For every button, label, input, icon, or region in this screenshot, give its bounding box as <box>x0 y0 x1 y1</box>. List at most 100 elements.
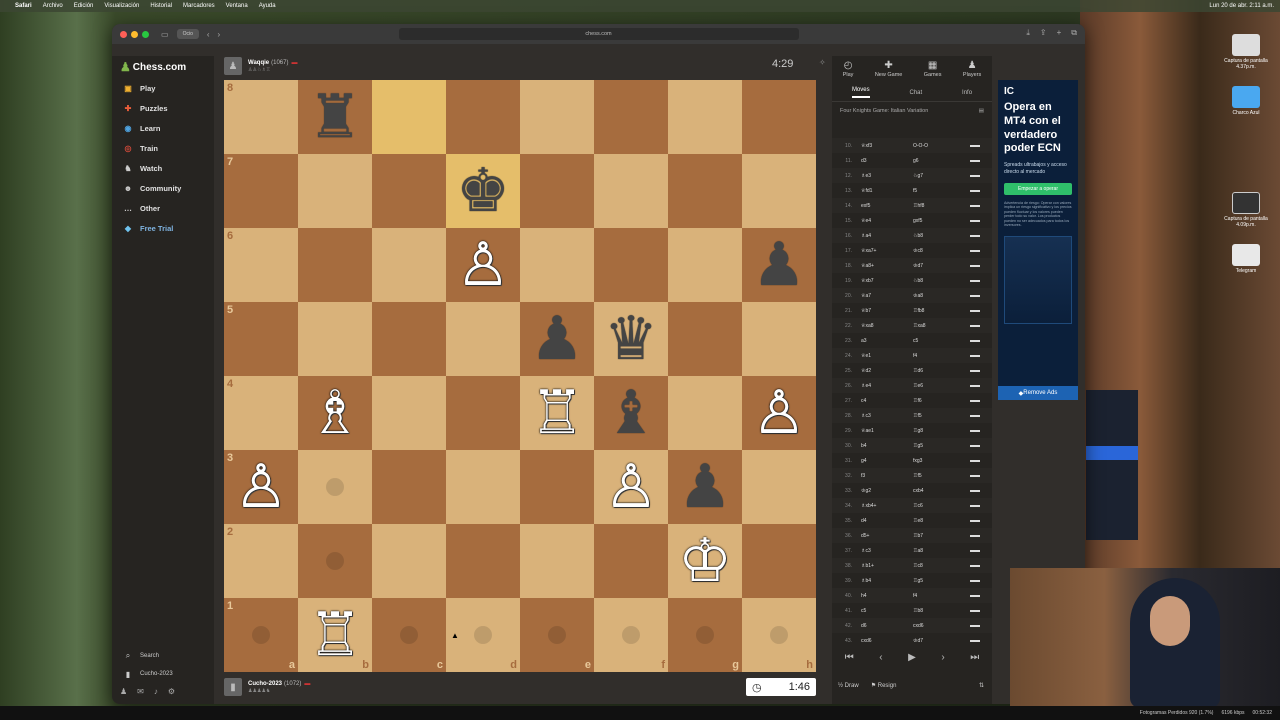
move-hint[interactable] <box>622 626 640 644</box>
white-move[interactable]: b4 <box>858 443 910 449</box>
white-move[interactable]: ♕xa7+ <box>858 248 910 254</box>
minimize-window-button[interactable] <box>131 30 138 38</box>
next-move-icon[interactable]: › <box>941 652 944 663</box>
sidebar-item-watch[interactable]: ♞ Watch <box>112 158 214 178</box>
player-avatar[interactable]: ▮ <box>224 678 242 696</box>
black-move[interactable]: ♘b8 <box>910 233 962 239</box>
square-e5[interactable]: ♟ <box>520 302 594 376</box>
square-f8[interactable] <box>594 80 668 154</box>
white-move[interactable]: f3 <box>858 473 910 479</box>
settings-icon[interactable]: ⚙ <box>168 687 175 696</box>
black-move[interactable]: ♖f5 <box>910 473 962 479</box>
piece-d6[interactable]: ♙ <box>456 235 510 295</box>
white-move[interactable]: ♕b7 <box>858 308 910 314</box>
black-move[interactable]: ♖fb8 <box>910 308 962 314</box>
square-b3[interactable] <box>298 450 372 524</box>
opening-name[interactable]: Four Knights Game: Italian Variation <box>840 108 928 114</box>
black-move[interactable]: f4 <box>910 353 962 359</box>
white-move[interactable]: h4 <box>858 593 910 599</box>
piece-a3[interactable]: ♙ <box>234 457 288 517</box>
square-c8[interactable] <box>372 80 446 154</box>
remove-ads-button[interactable]: ◆ Remove Ads <box>998 386 1078 400</box>
black-move[interactable]: cxd6 <box>910 623 962 629</box>
square-h8[interactable] <box>742 80 816 154</box>
black-move[interactable]: ♖d6 <box>910 368 962 374</box>
piece-d7[interactable]: ♚ <box>456 161 510 221</box>
black-move[interactable]: fxg3 <box>910 458 962 464</box>
tab-moves[interactable]: Moves <box>851 87 870 98</box>
resign-button[interactable]: ⚑ Resign <box>871 682 897 689</box>
menubar-clock[interactable]: Lun 20 de abr. 2:11 a.m. <box>1209 3 1274 9</box>
square-c1[interactable]: c <box>372 598 446 672</box>
square-b5[interactable] <box>298 302 372 376</box>
square-d8[interactable] <box>446 80 520 154</box>
square-g7[interactable] <box>668 154 742 228</box>
white-move[interactable]: ♕e1 <box>858 353 910 359</box>
square-b6[interactable] <box>298 228 372 302</box>
download-icon[interactable]: ⤓ <box>1026 28 1030 38</box>
panel-tab-play[interactable]: ◴ Play <box>843 60 854 84</box>
white-move[interactable]: d4 <box>858 518 910 524</box>
square-b1[interactable]: b ♖ <box>298 598 372 672</box>
square-f7[interactable] <box>594 154 668 228</box>
square-b8[interactable]: ♜ <box>298 80 372 154</box>
sidebar-item-learn[interactable]: ◉ Learn <box>112 118 214 138</box>
square-b2[interactable] <box>298 524 372 598</box>
square-g1[interactable]: g <box>668 598 742 672</box>
square-f6[interactable] <box>594 228 668 302</box>
black-move[interactable]: ♖c8 <box>910 563 962 569</box>
piece-f5[interactable]: ♛ <box>604 309 658 369</box>
address-bar[interactable]: chess.com <box>398 28 799 40</box>
move-hint[interactable] <box>252 626 270 644</box>
forward-icon[interactable]: › <box>218 30 221 39</box>
square-a1[interactable]: 1a <box>224 598 298 672</box>
white-move[interactable]: ♕fd1 <box>858 188 910 194</box>
menu-ayuda[interactable]: Ayuda <box>259 3 276 9</box>
white-move[interactable]: c4 <box>858 398 910 404</box>
white-move[interactable]: ♕a7 <box>858 293 910 299</box>
white-move[interactable]: ♕a8+ <box>858 263 910 269</box>
sidebar-item-community[interactable]: ☻ Community <box>112 178 214 198</box>
white-move[interactable]: ♕xb7 <box>858 278 910 284</box>
white-move[interactable]: a3 <box>858 338 910 344</box>
panel-tab-players[interactable]: ♟ Players <box>963 60 981 84</box>
menu-edicion[interactable]: Edición <box>74 3 94 9</box>
piece-g3[interactable]: ♟ <box>678 457 732 517</box>
square-e4[interactable]: ♖ <box>520 376 594 450</box>
piece-g2[interactable]: ♔ <box>678 531 732 591</box>
advertisement[interactable]: IC Opera en MT4 con el verdadero poder E… <box>998 80 1078 394</box>
square-d5[interactable] <box>446 302 520 376</box>
square-e6[interactable] <box>520 228 594 302</box>
square-f1[interactable]: f <box>594 598 668 672</box>
desktop-icon-screenshot-2[interactable]: Captura de pantalla 4.09p.m. <box>1218 192 1274 228</box>
desktop-icon-telegram[interactable]: Telegram <box>1218 244 1274 274</box>
square-c5[interactable] <box>372 302 446 376</box>
last-move-icon[interactable]: ⏭ <box>970 652 979 663</box>
black-move[interactable]: ♖b7 <box>910 533 962 539</box>
black-move[interactable]: ♖xa8 <box>910 323 962 329</box>
white-move[interactable]: ♗b4 <box>858 578 910 584</box>
square-c3[interactable] <box>372 450 446 524</box>
sidebar-search[interactable]: ⌕ Search <box>112 647 214 665</box>
first-move-icon[interactable]: ⏮ <box>845 652 854 663</box>
sidebar-item-other[interactable]: … Other <box>112 198 214 218</box>
square-c7[interactable] <box>372 154 446 228</box>
square-g4[interactable] <box>668 376 742 450</box>
piece-b1[interactable]: ♖ <box>308 605 362 665</box>
desktop-icon-folder[interactable]: Charco Azul <box>1218 86 1274 116</box>
square-c4[interactable] <box>372 376 446 450</box>
menu-marcadores[interactable]: Marcadores <box>183 3 215 9</box>
square-h2[interactable] <box>742 524 816 598</box>
menu-archivo[interactable]: Archivo <box>43 3 63 9</box>
opponent-name[interactable]: Waqqie <box>248 60 269 66</box>
white-move[interactable]: ♗c3 <box>858 413 910 419</box>
desktop-icon-screenshot-1[interactable]: Captura de pantalla 4.37p.m. <box>1218 34 1274 70</box>
square-d3[interactable] <box>446 450 520 524</box>
chesscom-logo[interactable]: ♟ Chess.com <box>112 56 214 78</box>
flip-board-icon[interactable]: ⇅ <box>979 682 984 689</box>
black-move[interactable]: ♖f6 <box>910 398 962 404</box>
piece-f4[interactable]: ♝ <box>604 383 658 443</box>
square-a7[interactable]: 7 <box>224 154 298 228</box>
black-move[interactable]: ♖g5 <box>910 578 962 584</box>
square-g5[interactable] <box>668 302 742 376</box>
